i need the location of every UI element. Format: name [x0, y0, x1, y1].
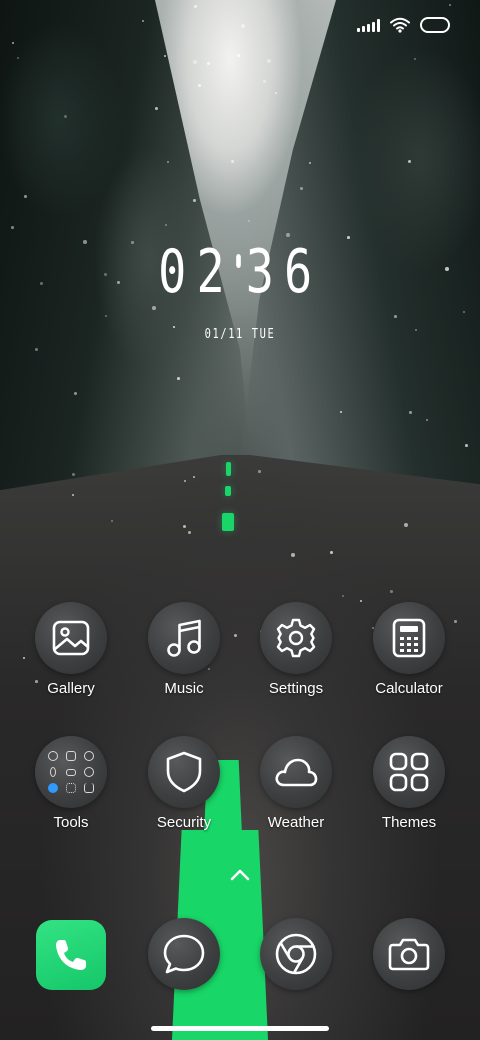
app-music[interactable]: Music	[128, 602, 240, 697]
snowflake	[390, 590, 393, 593]
snowflake	[309, 162, 311, 164]
snowflake	[263, 80, 266, 83]
snowflake	[155, 107, 158, 110]
snowflake	[291, 553, 295, 557]
snowflake	[258, 470, 261, 473]
clock-hours: 02	[157, 237, 235, 307]
dock-chrome[interactable]	[240, 918, 352, 990]
chevron-up-icon	[230, 869, 250, 881]
app-label: Calculator	[375, 680, 443, 697]
lock-clock[interactable]: 02 36	[0, 238, 480, 306]
clock-time: 02 36	[158, 238, 322, 306]
snowflake	[394, 315, 397, 318]
snowflake	[11, 226, 14, 229]
snowflake	[193, 199, 196, 202]
clock-date[interactable]: 01/11 TUE	[48, 327, 432, 342]
wifi-icon	[390, 17, 410, 33]
app-label: Tools	[53, 814, 89, 831]
speedometer-mini-icon	[84, 767, 94, 777]
scanner-mini-icon	[66, 783, 76, 793]
snowflake	[409, 411, 412, 414]
cloud-icon	[260, 736, 332, 808]
snowflake	[193, 476, 195, 478]
snowflake	[167, 161, 169, 163]
app-calculator[interactable]: Calculator	[353, 602, 465, 697]
camera-icon	[373, 918, 445, 990]
app-tools-folder[interactable]: Tools	[15, 736, 127, 831]
signal-icon	[357, 18, 380, 32]
snowflake	[207, 62, 210, 65]
clock-minutes: 36	[245, 237, 323, 307]
themes-icon	[373, 736, 445, 808]
snowflake	[198, 84, 201, 87]
chat-bubble-icon	[148, 918, 220, 990]
app-label: Settings	[268, 680, 324, 697]
snowflake	[17, 57, 19, 59]
clock-separator	[236, 254, 241, 269]
snowflake	[340, 411, 342, 413]
shield-icon	[148, 736, 220, 808]
gear-icon	[260, 602, 332, 674]
snowflake	[465, 444, 468, 447]
phone-icon	[36, 920, 106, 990]
home-indicator[interactable]	[151, 1026, 329, 1031]
app-label: Music	[164, 680, 204, 697]
music-icon	[148, 602, 220, 674]
snowflake	[404, 523, 408, 527]
chrome-icon	[260, 918, 332, 990]
app-drawer-arrow[interactable]	[229, 868, 251, 887]
notes-mini-icon	[66, 751, 76, 761]
browser-mini-icon	[48, 783, 58, 793]
snowflake	[142, 20, 144, 22]
snowflake	[72, 494, 74, 496]
clock-mini-icon	[84, 751, 94, 761]
app-label: Gallery	[47, 680, 95, 697]
status-bar	[357, 14, 450, 36]
app-security[interactable]: Security	[128, 736, 240, 831]
snowflake	[24, 195, 27, 198]
snowflake	[177, 377, 180, 380]
dock-phone[interactable]	[15, 920, 127, 990]
download-mini-icon	[84, 783, 94, 793]
road-stripe	[226, 462, 231, 476]
snowflake	[414, 58, 416, 60]
gallery-icon	[35, 602, 107, 674]
app-label: Themes	[381, 814, 437, 831]
contacts-mini-icon	[48, 751, 58, 761]
battery-icon	[420, 17, 450, 33]
app-label: Security	[156, 814, 212, 831]
snowflake	[267, 59, 271, 63]
snowflake	[330, 551, 333, 554]
app-weather[interactable]: Weather	[240, 736, 352, 831]
snowflake	[463, 311, 465, 313]
recorder-mini-icon	[50, 767, 56, 777]
snowflake	[193, 60, 197, 64]
app-settings[interactable]: Settings	[240, 602, 352, 697]
snowflake	[237, 54, 240, 57]
dock-camera[interactable]	[353, 918, 465, 990]
tools-folder-icon	[35, 736, 107, 808]
dock-messages[interactable]	[128, 918, 240, 990]
app-gallery[interactable]: Gallery	[15, 602, 127, 697]
snowflake	[248, 220, 250, 222]
app-themes[interactable]: Themes	[353, 736, 465, 831]
video-mini-icon	[66, 768, 76, 776]
snowflake	[188, 531, 191, 534]
snowflake	[194, 5, 197, 8]
road-stripe	[225, 486, 231, 496]
snowflake	[105, 315, 107, 317]
snowflake	[152, 306, 156, 310]
snowflake	[342, 595, 344, 597]
road-stripe	[222, 513, 234, 531]
app-label: Weather	[267, 814, 325, 831]
snowflake	[241, 24, 245, 28]
calculator-icon	[373, 602, 445, 674]
